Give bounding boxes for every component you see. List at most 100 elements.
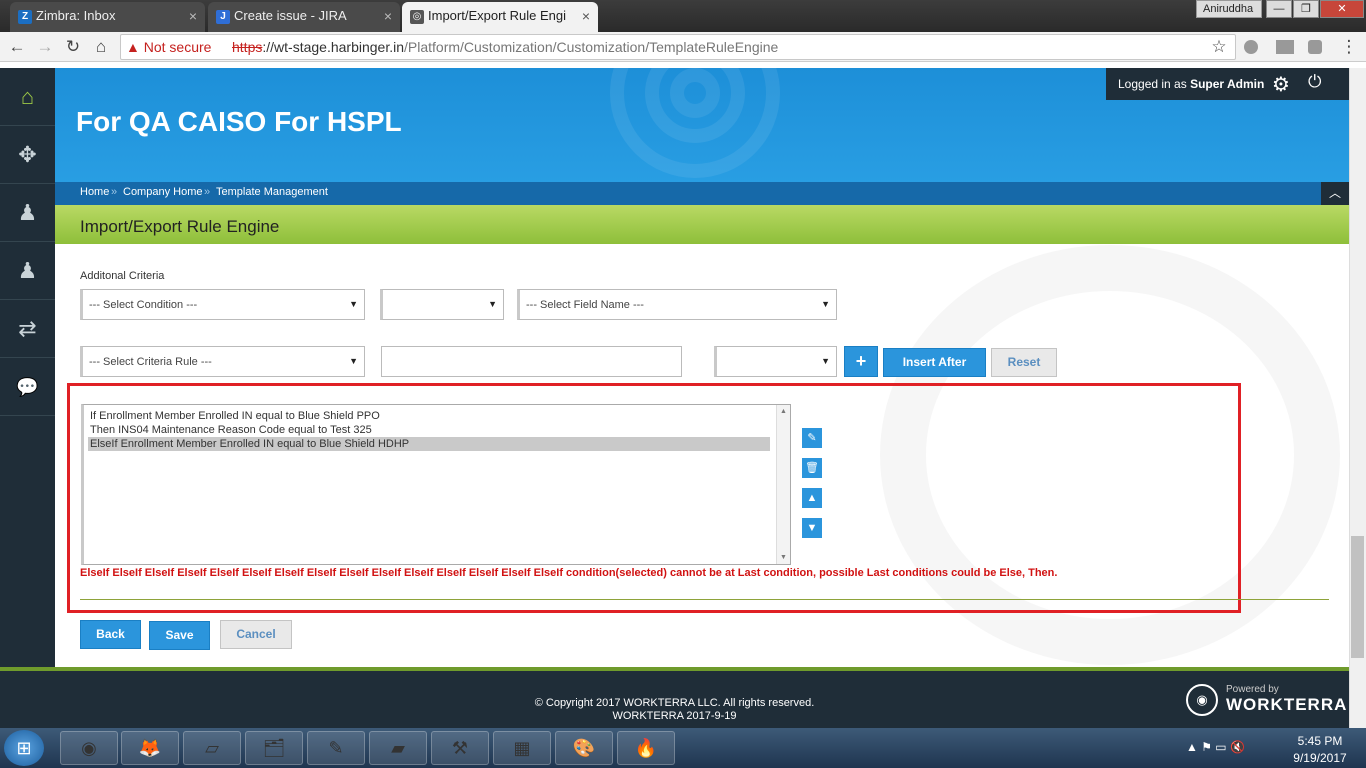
- sidebar-item-modules[interactable]: ✥: [0, 126, 55, 184]
- select-connector-dropdown[interactable]: ▼: [714, 346, 837, 377]
- url-text[interactable]: https://wt-stage.harbinger.in/Platform/C…: [232, 39, 778, 55]
- select-operator-dropdown[interactable]: ▼: [380, 289, 504, 320]
- taskbar-chrome[interactable]: ◉: [60, 731, 118, 765]
- chrome-icon: ◉: [81, 738, 97, 758]
- breadcrumb-template-management[interactable]: Template Management: [216, 186, 328, 198]
- insert-after-button[interactable]: Insert After: [883, 348, 986, 377]
- breadcrumb-separator: »: [111, 186, 118, 198]
- list-item-selected[interactable]: ElseIf Enrollment Member Enrolled IN equ…: [88, 437, 770, 451]
- system-tray[interactable]: ▲ ⚑ ▭ 🔇: [1186, 740, 1245, 754]
- tab-import-export-rule-engine[interactable]: ◎ Import/Export Rule Engi ×: [402, 2, 598, 32]
- puzzle-icon: ✥: [18, 142, 37, 167]
- taskbar-file-explorer[interactable]: 🗂: [245, 731, 303, 765]
- delete-rule-button[interactable]: 🗑: [802, 458, 822, 478]
- home-icon: ⌂: [20, 84, 35, 109]
- powered-by-text: Powered by: [1226, 684, 1279, 695]
- browser-menu-icon[interactable]: ⋮: [1340, 38, 1358, 56]
- page-title: Import/Export Rule Engine: [80, 217, 280, 236]
- scroll-down-icon[interactable]: ▼: [777, 554, 790, 561]
- home-icon[interactable]: ⌂: [92, 38, 110, 56]
- workterra-logo-icon: ◉: [1186, 684, 1218, 716]
- taskbar-flame-app[interactable]: 🔥: [617, 731, 675, 765]
- extension-icon[interactable]: [1308, 40, 1322, 54]
- firefox-icon: 🦊: [138, 738, 162, 758]
- add-criteria-button[interactable]: +: [844, 346, 878, 377]
- reload-icon[interactable]: ↻: [64, 38, 82, 56]
- spreadsheet-icon: ▦: [513, 738, 531, 758]
- save-button[interactable]: Save: [149, 621, 210, 650]
- clock-date[interactable]: 9/19/2017: [1284, 751, 1356, 765]
- breadcrumb-home[interactable]: Home: [80, 186, 109, 198]
- close-icon[interactable]: ×: [189, 8, 197, 24]
- not-secure-indicator[interactable]: ▲ Not secure: [126, 39, 211, 55]
- site-title: For QA CAISO For HSPL: [76, 106, 402, 137]
- sidebar-item-user[interactable]: ♟: [0, 242, 55, 300]
- rule-list-scrollbar[interactable]: ▲ ▼: [776, 405, 790, 564]
- user-icon: ♟: [17, 258, 38, 283]
- power-icon[interactable]: ⏻: [1308, 72, 1321, 92]
- select-field-name-dropdown[interactable]: --- Select Field Name --- ▼: [517, 289, 837, 320]
- taskbar-spreadsheet-app[interactable]: ▦: [493, 731, 551, 765]
- chevron-down-icon: ▼: [821, 356, 830, 366]
- back-button[interactable]: Back: [80, 620, 141, 649]
- sidebar-item-home[interactable]: ⌂: [0, 68, 55, 126]
- workterra-favicon-icon: ◎: [410, 10, 424, 24]
- bookmark-star-icon[interactable]: ☆: [1210, 38, 1228, 56]
- move-rule-down-button[interactable]: ▼: [802, 518, 822, 538]
- scroll-up-icon[interactable]: ▲: [777, 408, 790, 415]
- edit-rule-button[interactable]: ✎: [802, 428, 822, 448]
- close-icon[interactable]: ×: [582, 8, 590, 24]
- chevron-down-icon: ▼: [821, 299, 830, 309]
- taskbar-sticky-notes[interactable]: ▱: [183, 731, 241, 765]
- page-scrollbar-thumb[interactable]: [1351, 536, 1364, 658]
- user-star-icon: ♟: [17, 200, 38, 225]
- brand-name: WORKTERRA: [1226, 695, 1348, 714]
- select-criteria-rule-dropdown[interactable]: --- Select Criteria Rule --- ▼: [80, 346, 365, 377]
- close-icon[interactable]: ×: [384, 8, 392, 24]
- flame-icon: 🔥: [634, 738, 658, 758]
- list-item[interactable]: Then INS04 Maintenance Reason Code equal…: [88, 423, 770, 437]
- sidebar-item-transfer[interactable]: ⇄: [0, 300, 55, 358]
- back-arrow-icon[interactable]: ←: [8, 38, 26, 56]
- arrow-up-icon: ▲: [806, 492, 818, 504]
- browser-profile-name[interactable]: Aniruddha: [1196, 0, 1262, 18]
- move-rule-up-button[interactable]: ▲: [802, 488, 822, 508]
- taskbar-eraser-app[interactable]: ▰: [369, 731, 427, 765]
- cancel-button[interactable]: Cancel: [220, 620, 292, 649]
- list-item[interactable]: If Enrollment Member Enrolled IN equal t…: [88, 409, 770, 423]
- taskbar-firefox[interactable]: 🦊: [121, 731, 179, 765]
- clock-time[interactable]: 5:45 PM: [1290, 734, 1350, 748]
- start-button[interactable]: ⊞: [4, 730, 44, 766]
- extension-icon[interactable]: [1276, 40, 1294, 54]
- criteria-value-input[interactable]: [381, 346, 682, 377]
- tab-create-issue-jira[interactable]: J Create issue - JIRA ×: [208, 2, 400, 32]
- forward-arrow-icon[interactable]: →: [36, 38, 54, 56]
- reset-button[interactable]: Reset: [991, 348, 1057, 377]
- additional-criteria-label: Additonal Criteria: [80, 270, 165, 282]
- rule-list[interactable]: If Enrollment Member Enrolled IN equal t…: [81, 404, 791, 565]
- sidebar-item-user-star[interactable]: ♟: [0, 184, 55, 242]
- taskbar-tools-app[interactable]: ⚒: [431, 731, 489, 765]
- collapse-header-button[interactable]: ︿: [1321, 182, 1349, 205]
- copyright-text: © Copyright 2017 WORKTERRA LLC. All righ…: [534, 697, 815, 709]
- maximize-window-button[interactable]: ❐: [1293, 0, 1319, 18]
- notepad-icon: ✎: [328, 738, 344, 758]
- version-text: WORKTERRA 2017-9-19: [612, 710, 737, 722]
- taskbar-notepad-plus[interactable]: ✎: [307, 731, 365, 765]
- select-condition-dropdown[interactable]: --- Select Condition --- ▼: [80, 289, 365, 320]
- url-scheme: https: [232, 39, 263, 55]
- gear-icon[interactable]: ⚙: [1272, 72, 1290, 97]
- tab-label: Import/Export Rule Engi: [428, 8, 567, 23]
- minimize-window-button[interactable]: —: [1266, 0, 1292, 18]
- taskbar-paint[interactable]: 🎨: [555, 731, 613, 765]
- select-criteria-rule-value: --- Select Criteria Rule ---: [89, 356, 212, 368]
- chat-bubble-icon: 💬: [16, 377, 39, 397]
- close-window-button[interactable]: ✕: [1320, 0, 1364, 18]
- extension-icon[interactable]: [1244, 40, 1258, 54]
- tab-zimbra-inbox[interactable]: Z Zimbra: Inbox ×: [10, 2, 205, 32]
- jira-icon: J: [216, 10, 230, 24]
- transfer-arrows-icon: ⇄: [18, 316, 37, 341]
- sidebar-item-chat[interactable]: 💬: [0, 358, 55, 416]
- select-field-name-value: --- Select Field Name ---: [526, 299, 644, 311]
- breadcrumb-company-home[interactable]: Company Home: [123, 186, 202, 198]
